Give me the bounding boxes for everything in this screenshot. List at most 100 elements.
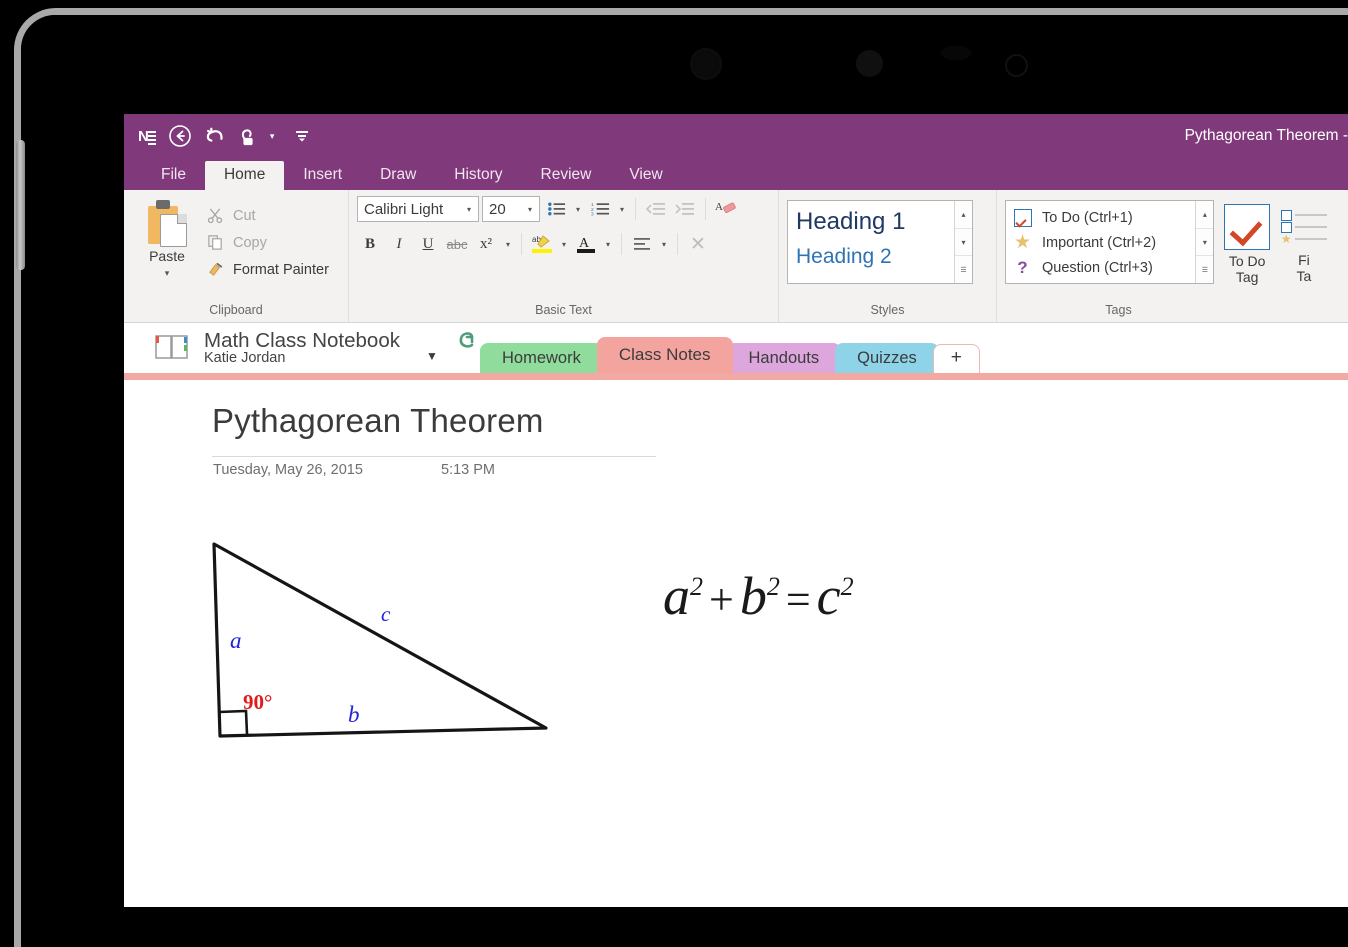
page-title[interactable]: Pythagorean Theorem <box>212 402 544 440</box>
undo-icon[interactable] <box>204 125 226 147</box>
clear-all-icon[interactable]: ✕ <box>685 231 711 257</box>
notebook-user: Katie Jordan <box>204 350 286 367</box>
font-name-caret[interactable]: ▾ <box>460 205 478 214</box>
numbered-list-icon[interactable]: 123 <box>587 196 613 222</box>
to-do-tag-label-2: Tag <box>1235 269 1259 285</box>
ribbon: Paste ▾ Cut Copy Format Painter Clipboar… <box>124 190 1348 323</box>
section-tab-handouts[interactable]: Handouts <box>726 343 842 373</box>
group-label-clipboard: Clipboard <box>209 303 263 317</box>
tags-scrollbar[interactable]: ▴ ▾ ☰ <box>1195 201 1214 283</box>
format-painter-button[interactable]: Format Painter <box>206 260 329 279</box>
scroll-down-button[interactable]: ▾ <box>955 229 972 257</box>
equation-equals: = <box>785 575 811 624</box>
back-circle-icon[interactable] <box>168 124 192 148</box>
tag-question[interactable]: ? Question (Ctrl+3) <box>1012 255 1195 280</box>
section-tab-homework[interactable]: Homework <box>480 343 603 373</box>
notebook-title-wrap: Math Class Notebook Katie Jordan <box>204 330 400 367</box>
styles-gallery[interactable]: Heading 1 Heading 2 ▴ ▾ ☰ <box>787 200 973 284</box>
scroll-up-button[interactable]: ▴ <box>1196 201 1214 229</box>
align-left-icon[interactable] <box>629 231 655 257</box>
tag-to-do[interactable]: To Do (Ctrl+1) <box>1012 205 1195 230</box>
decrease-indent-icon[interactable] <box>643 196 669 222</box>
to-do-tag-button[interactable]: To Do Tag <box>1220 200 1273 286</box>
equation-a-exponent: 2 <box>690 572 703 601</box>
font-size-caret[interactable]: ▾ <box>521 205 539 214</box>
divider <box>705 198 706 220</box>
sync-arrow-icon[interactable] <box>454 329 480 366</box>
font-color-icon[interactable]: A <box>573 231 599 257</box>
clear-formatting-icon[interactable]: A <box>713 196 739 222</box>
paste-dropdown-caret[interactable]: ▾ <box>165 268 170 279</box>
divider <box>677 233 678 255</box>
page-date[interactable]: Tuesday, May 26, 2015 <box>213 462 363 478</box>
tag-question-label: Question (Ctrl+3) <box>1042 259 1153 276</box>
right-triangle-sketch[interactable]: a b c 90° a2 + b2 = c2 <box>208 540 854 770</box>
superscript-icon[interactable]: x² <box>473 231 499 257</box>
device-side-button[interactable] <box>16 140 25 270</box>
cut-button[interactable]: Cut <box>206 206 329 225</box>
page-canvas[interactable]: Pythagorean Theorem Tuesday, May 26, 201… <box>124 380 1348 907</box>
italic-icon[interactable]: I <box>386 231 412 257</box>
bullet-list-dropdown-icon[interactable]: ▾ <box>572 205 584 214</box>
tab-draw[interactable]: Draw <box>361 161 435 190</box>
style-heading-2[interactable]: Heading 2 <box>796 240 946 274</box>
highlighter-dropdown-icon[interactable]: ▾ <box>558 240 570 249</box>
group-label-basic-text: Basic Text <box>535 303 592 317</box>
touch-mode-icon[interactable] <box>238 125 258 147</box>
tab-file[interactable]: File <box>142 161 205 190</box>
numbered-list-dropdown-icon[interactable]: ▾ <box>616 205 628 214</box>
tags-gallery[interactable]: To Do (Ctrl+1) ★ Important (Ctrl+2) ? Qu… <box>1005 200 1215 284</box>
section-tab-class-notes[interactable]: Class Notes <box>596 337 733 373</box>
scroll-up-button[interactable]: ▴ <box>955 201 972 229</box>
cut-label: Cut <box>233 207 256 224</box>
notebook-dropdown-caret-icon[interactable]: ▼ <box>426 349 438 363</box>
paste-button[interactable]: Paste ▾ <box>132 196 202 279</box>
divider <box>521 233 522 255</box>
tab-insert[interactable]: Insert <box>284 161 361 190</box>
font-size-combo[interactable]: 20 ▾ <box>482 196 540 222</box>
notebook-icon[interactable] <box>152 333 192 363</box>
tab-home[interactable]: Home <box>204 161 285 190</box>
format-painter-label: Format Painter <box>233 261 329 278</box>
align-dropdown-icon[interactable]: ▾ <box>658 240 670 249</box>
onenote-window: N ▾ Pythagorean Theorem - File Home Inse… <box>124 114 1348 907</box>
tab-review[interactable]: Review <box>522 161 611 190</box>
tag-important[interactable]: ★ Important (Ctrl+2) <box>1012 230 1195 255</box>
increase-indent-icon[interactable] <box>672 196 698 222</box>
section-tab-quizzes[interactable]: Quizzes <box>835 343 939 373</box>
strikethrough-icon[interactable]: abc <box>444 231 470 257</box>
page-time[interactable]: 5:13 PM <box>441 462 495 478</box>
tab-view[interactable]: View <box>610 161 681 190</box>
ribbon-display-options-icon[interactable] <box>294 128 310 144</box>
styles-list: Heading 1 Heading 2 <box>788 201 954 283</box>
scroll-down-button[interactable]: ▾ <box>1196 229 1214 257</box>
add-section-button[interactable]: + <box>932 344 980 373</box>
styles-scrollbar[interactable]: ▴ ▾ ☰ <box>954 201 972 283</box>
qat-dropdown-caret[interactable]: ▾ <box>270 131 275 142</box>
ink-label-right-angle: 90° <box>243 690 273 714</box>
basic-text-row-1: Calibri Light ▾ 20 ▾ ▾ 123 ▾ A <box>357 196 770 222</box>
pythagorean-equation[interactable]: a2 + b2 = c2 <box>663 565 854 627</box>
equation-b-exponent: 2 <box>766 572 780 601</box>
window-title: Pythagorean Theorem - <box>1184 127 1348 144</box>
style-heading-1[interactable]: Heading 1 <box>796 204 946 240</box>
tab-history[interactable]: History <box>435 161 521 190</box>
copy-button[interactable]: Copy <box>206 233 329 252</box>
equation-plus: + <box>709 575 734 624</box>
font-name-value: Calibri Light <box>364 200 444 218</box>
find-tags-button[interactable]: ★ Fi Ta <box>1280 200 1328 286</box>
onenote-app-icon[interactable]: N <box>138 128 156 145</box>
bullet-list-icon[interactable] <box>543 196 569 222</box>
tags-more-button[interactable]: ☰ <box>1196 256 1213 283</box>
font-color-dropdown-icon[interactable]: ▾ <box>602 240 614 249</box>
font-name-combo[interactable]: Calibri Light ▾ <box>357 196 479 222</box>
clipboard-commands: Cut Copy Format Painter <box>206 196 329 279</box>
styles-more-button[interactable]: ☰ <box>955 256 972 283</box>
underline-icon[interactable]: U <box>415 231 441 257</box>
ribbon-group-basic-text: Calibri Light ▾ 20 ▾ ▾ 123 ▾ A B I U abc… <box>348 190 778 322</box>
superscript-dropdown-icon[interactable]: ▾ <box>502 240 514 249</box>
basic-text-row-2: B I U abc x² ▾ ab ▾ A ▾ ▾ ✕ <box>357 231 770 257</box>
highlighter-icon[interactable]: ab <box>529 231 555 257</box>
bold-icon[interactable]: B <box>357 231 383 257</box>
equation-c: c <box>816 566 841 626</box>
